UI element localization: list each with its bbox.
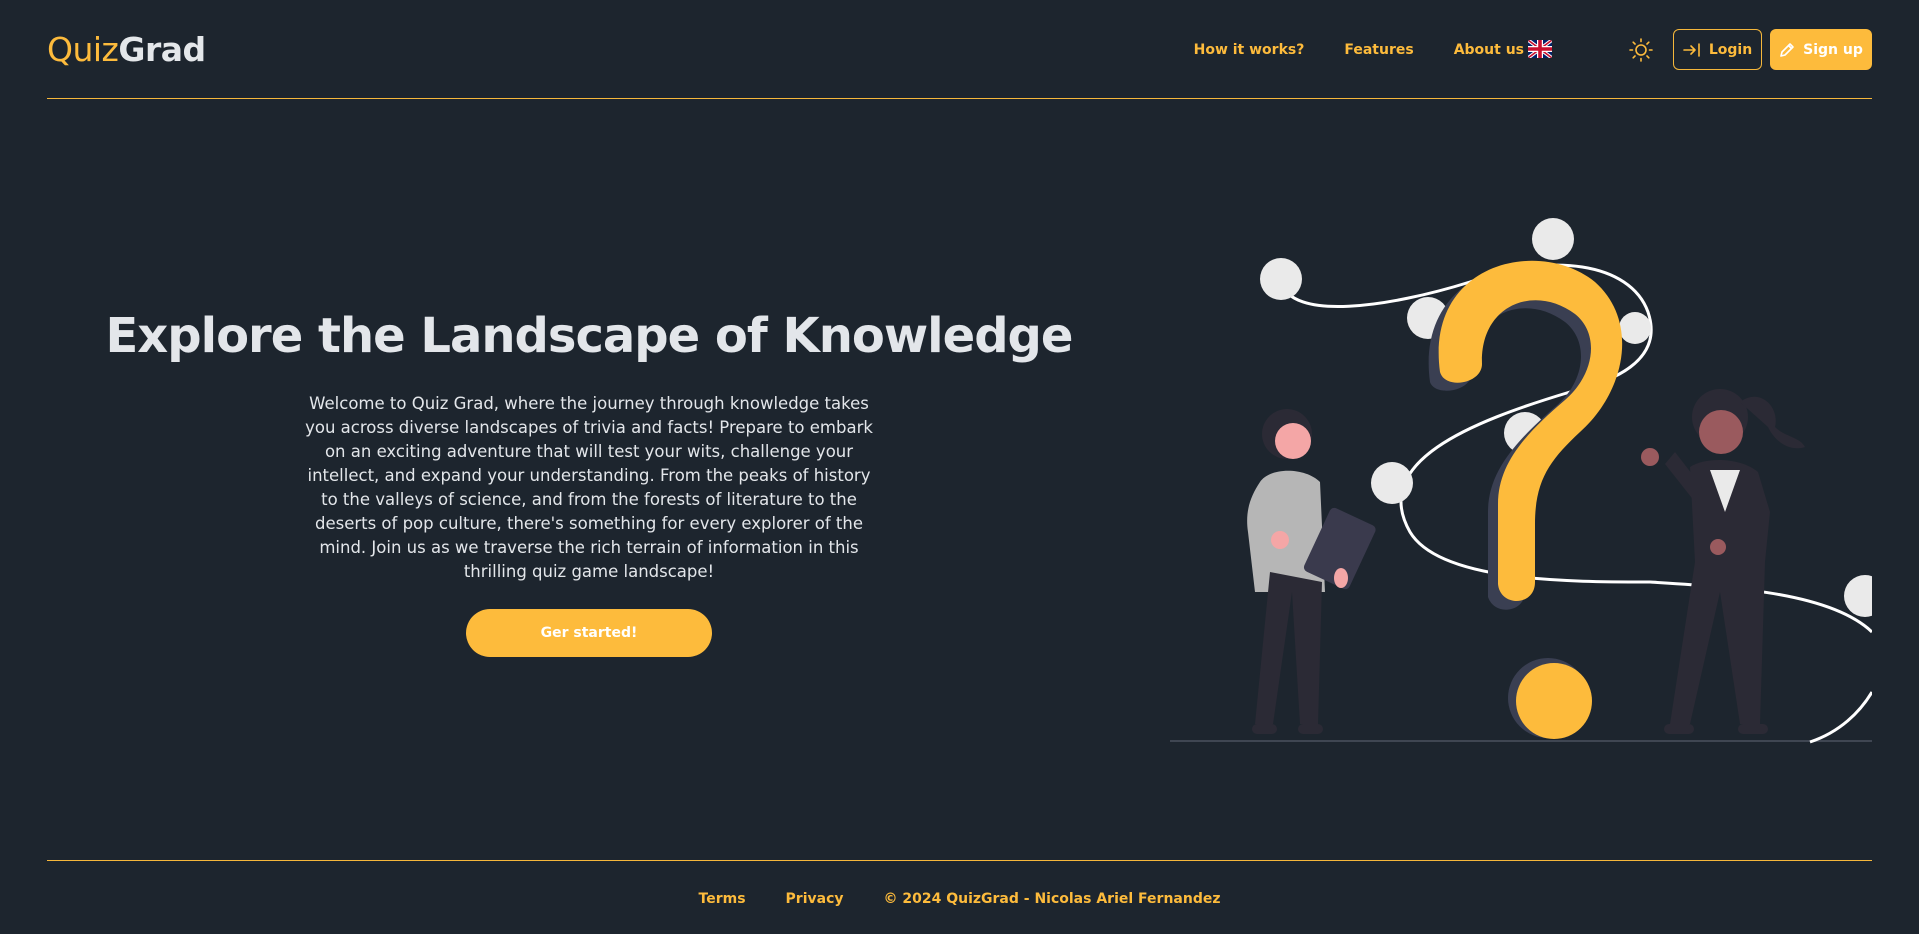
footer-links: Terms Privacy © 2024 QuizGrad - Nicolas …: [47, 889, 1872, 909]
nav-how-it-works[interactable]: How it works?: [1194, 40, 1305, 60]
pencil-icon: [1780, 42, 1794, 57]
signup-label: Sign up: [1803, 41, 1863, 58]
get-started-button[interactable]: Ger started!: [466, 609, 712, 657]
nav-features[interactable]: Features: [1344, 40, 1413, 60]
question-mark-illustration: [1170, 218, 1872, 744]
header: QuizGrad How it works? Features About us…: [47, 0, 1872, 99]
footer: Terms Privacy © 2024 QuizGrad - Nicolas …: [47, 860, 1872, 934]
footer-copyright: © 2024 QuizGrad - Nicolas Ariel Fernande…: [883, 891, 1221, 907]
uk-flag-icon[interactable]: [1528, 40, 1552, 58]
signup-button[interactable]: Sign up: [1770, 29, 1872, 70]
sun-icon[interactable]: [1628, 37, 1654, 63]
login-icon: [1683, 42, 1700, 57]
nav-about-us[interactable]: About us: [1454, 40, 1524, 60]
main-nav: How it works? Features About us: [1194, 40, 1524, 60]
hero-description: Welcome to Quiz Grad, where the journey …: [305, 394, 873, 581]
login-label: Login: [1708, 41, 1753, 58]
logo[interactable]: QuizGrad: [47, 30, 206, 70]
logo-quiz: Quiz: [47, 30, 119, 69]
footer-terms-link[interactable]: Terms: [699, 889, 746, 909]
footer-privacy-link[interactable]: Privacy: [786, 889, 844, 909]
logo-grad: Grad: [118, 30, 206, 69]
hero-title: Explore the Landscape of Knowledge: [105, 308, 1074, 364]
login-button[interactable]: Login: [1673, 29, 1762, 70]
